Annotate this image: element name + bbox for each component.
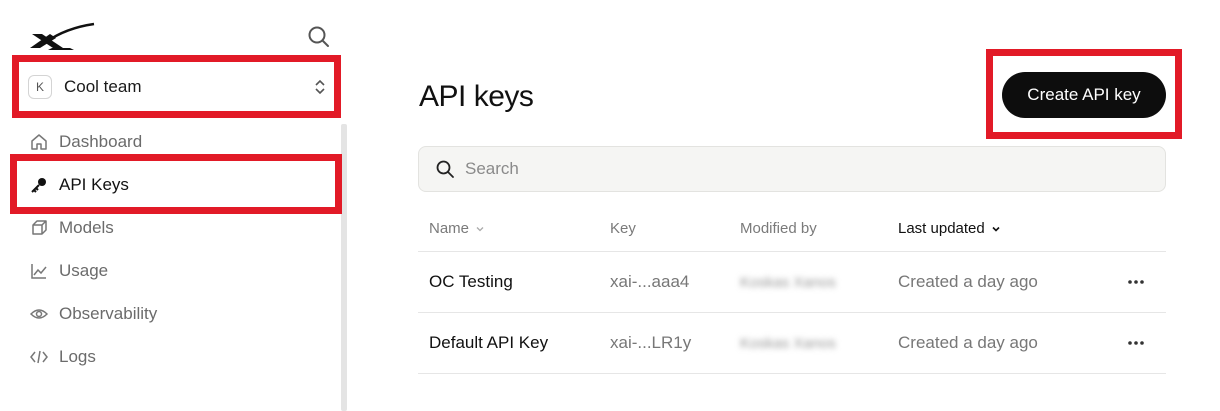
column-header-name[interactable]: Name bbox=[418, 220, 610, 237]
sidebar-item-api-keys[interactable]: API Keys bbox=[20, 163, 336, 206]
sidebar-item-observability[interactable]: Observability bbox=[20, 292, 336, 335]
key-icon bbox=[30, 176, 48, 194]
last-updated: Created a day ago bbox=[898, 272, 1038, 291]
modified-by: Koskas Xanos bbox=[740, 273, 836, 291]
chart-icon bbox=[30, 262, 48, 280]
more-actions-icon[interactable] bbox=[1124, 273, 1148, 291]
api-keys-table: Name Key Modified by Last updated OC Tes… bbox=[418, 206, 1166, 374]
search-icon bbox=[436, 160, 454, 178]
column-header-label: Last updated bbox=[898, 220, 985, 237]
column-header-modified-by: Modified by bbox=[740, 220, 817, 237]
modified-by: Koskas Xanos bbox=[740, 334, 836, 352]
page-title: API keys bbox=[419, 80, 534, 113]
sidebar-item-models[interactable]: Models bbox=[20, 206, 336, 249]
sidebar-item-label: Usage bbox=[59, 260, 109, 280]
sidebar-item-usage[interactable]: Usage bbox=[20, 249, 336, 292]
search-field[interactable] bbox=[418, 146, 1166, 192]
chevron-updown-icon bbox=[315, 79, 325, 95]
column-header-key: Key bbox=[610, 220, 636, 237]
search-input[interactable] bbox=[465, 159, 1115, 179]
last-updated: Created a day ago bbox=[898, 333, 1038, 352]
cube-icon bbox=[30, 219, 48, 237]
column-header-label: Name bbox=[429, 220, 470, 237]
code-icon bbox=[30, 348, 48, 366]
search-icon[interactable] bbox=[306, 24, 332, 50]
table-row[interactable]: OC Testing xai-...aaa4 Koskas Xanos Crea… bbox=[418, 252, 1166, 313]
table-row[interactable]: Default API Key xai-...LR1y Koskas Xanos… bbox=[418, 313, 1166, 374]
more-actions-icon[interactable] bbox=[1124, 334, 1148, 352]
chevron-down-icon bbox=[992, 226, 1000, 232]
sidebar-item-dashboard[interactable]: Dashboard bbox=[20, 120, 336, 163]
team-avatar: K bbox=[28, 75, 52, 99]
key-name: OC Testing bbox=[429, 272, 513, 291]
column-header-last-updated[interactable]: Last updated bbox=[898, 220, 1106, 237]
sidebar-item-label: Dashboard bbox=[59, 131, 143, 151]
eye-icon bbox=[30, 305, 48, 323]
sidebar-item-label: API Keys bbox=[59, 174, 129, 194]
home-icon bbox=[30, 133, 48, 151]
team-name: Cool team bbox=[64, 77, 142, 96]
key-value: xai-...aaa4 bbox=[610, 272, 690, 291]
chevron-down-icon bbox=[476, 226, 484, 231]
sidebar-scrollbar[interactable] bbox=[341, 124, 347, 411]
sidebar-nav: Dashboard API Keys Models Usage Observab… bbox=[20, 120, 336, 378]
sidebar-item-label: Observability bbox=[59, 303, 158, 323]
sidebar-item-logs[interactable]: Logs bbox=[20, 335, 336, 378]
table-header: Name Key Modified by Last updated bbox=[418, 206, 1166, 252]
key-name: Default API Key bbox=[429, 333, 549, 352]
x-logo-icon[interactable] bbox=[26, 22, 96, 52]
key-value: xai-...LR1y bbox=[610, 333, 692, 352]
team-selector[interactable]: K Cool team bbox=[20, 62, 336, 112]
sidebar-item-label: Models bbox=[59, 217, 114, 237]
sidebar: K Cool team Dashboard API Keys Models Us… bbox=[0, 0, 350, 411]
sidebar-item-label: Logs bbox=[59, 346, 96, 366]
create-api-key-button[interactable]: Create API key bbox=[1002, 72, 1166, 118]
